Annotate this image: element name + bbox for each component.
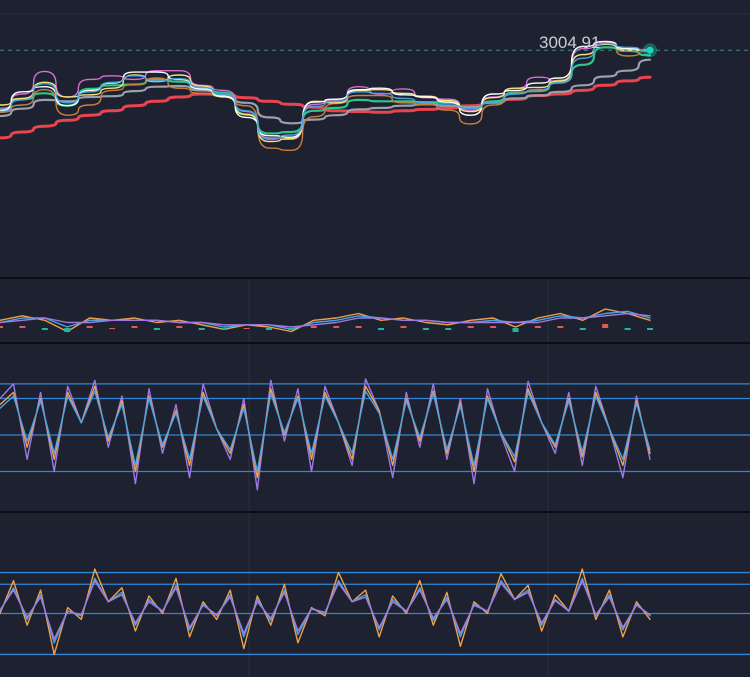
macd-bar-9 (198, 328, 205, 330)
panel-divider-2 (0, 511, 750, 513)
stock-chart[interactable] (0, 0, 750, 677)
macd-bar-17 (378, 328, 385, 330)
macd-bar-24 (534, 326, 541, 328)
panel-divider-0 (0, 277, 750, 279)
macd-bar-22 (490, 326, 497, 328)
macd-bar-27 (602, 324, 609, 328)
macd-bar-8 (176, 326, 183, 328)
macd-bar-29 (647, 328, 653, 330)
macd-bar-6 (131, 326, 138, 328)
macd-bar-19 (422, 328, 429, 330)
macd-bar-11 (243, 328, 250, 329)
macd-bar-3 (64, 328, 71, 332)
macd-bar-25 (557, 326, 564, 328)
panel-divider-1 (0, 342, 750, 344)
macd-bar-15 (333, 326, 340, 328)
last-price-label: 3004.91 (539, 33, 601, 52)
macd-bar-14 (310, 326, 317, 328)
macd-bar-21 (467, 326, 474, 328)
macd-bar-2 (41, 328, 48, 330)
macd-bar-28 (624, 328, 631, 330)
macd-bar-18 (400, 326, 407, 328)
macd-bar-4 (86, 326, 93, 328)
last-price-dot (646, 46, 654, 54)
macd-bar-23 (512, 328, 519, 332)
macd-bar-16 (355, 326, 362, 328)
macd-bar-12 (265, 328, 272, 330)
macd-bar-20 (445, 328, 452, 330)
macd-bar-0 (0, 326, 3, 328)
macd-bar-10 (221, 328, 228, 330)
macd-bar-26 (579, 328, 586, 330)
macd-bar-1 (19, 326, 26, 328)
macd-bar-5 (109, 328, 116, 329)
macd-bar-13 (288, 328, 295, 330)
macd-bar-7 (153, 328, 160, 330)
